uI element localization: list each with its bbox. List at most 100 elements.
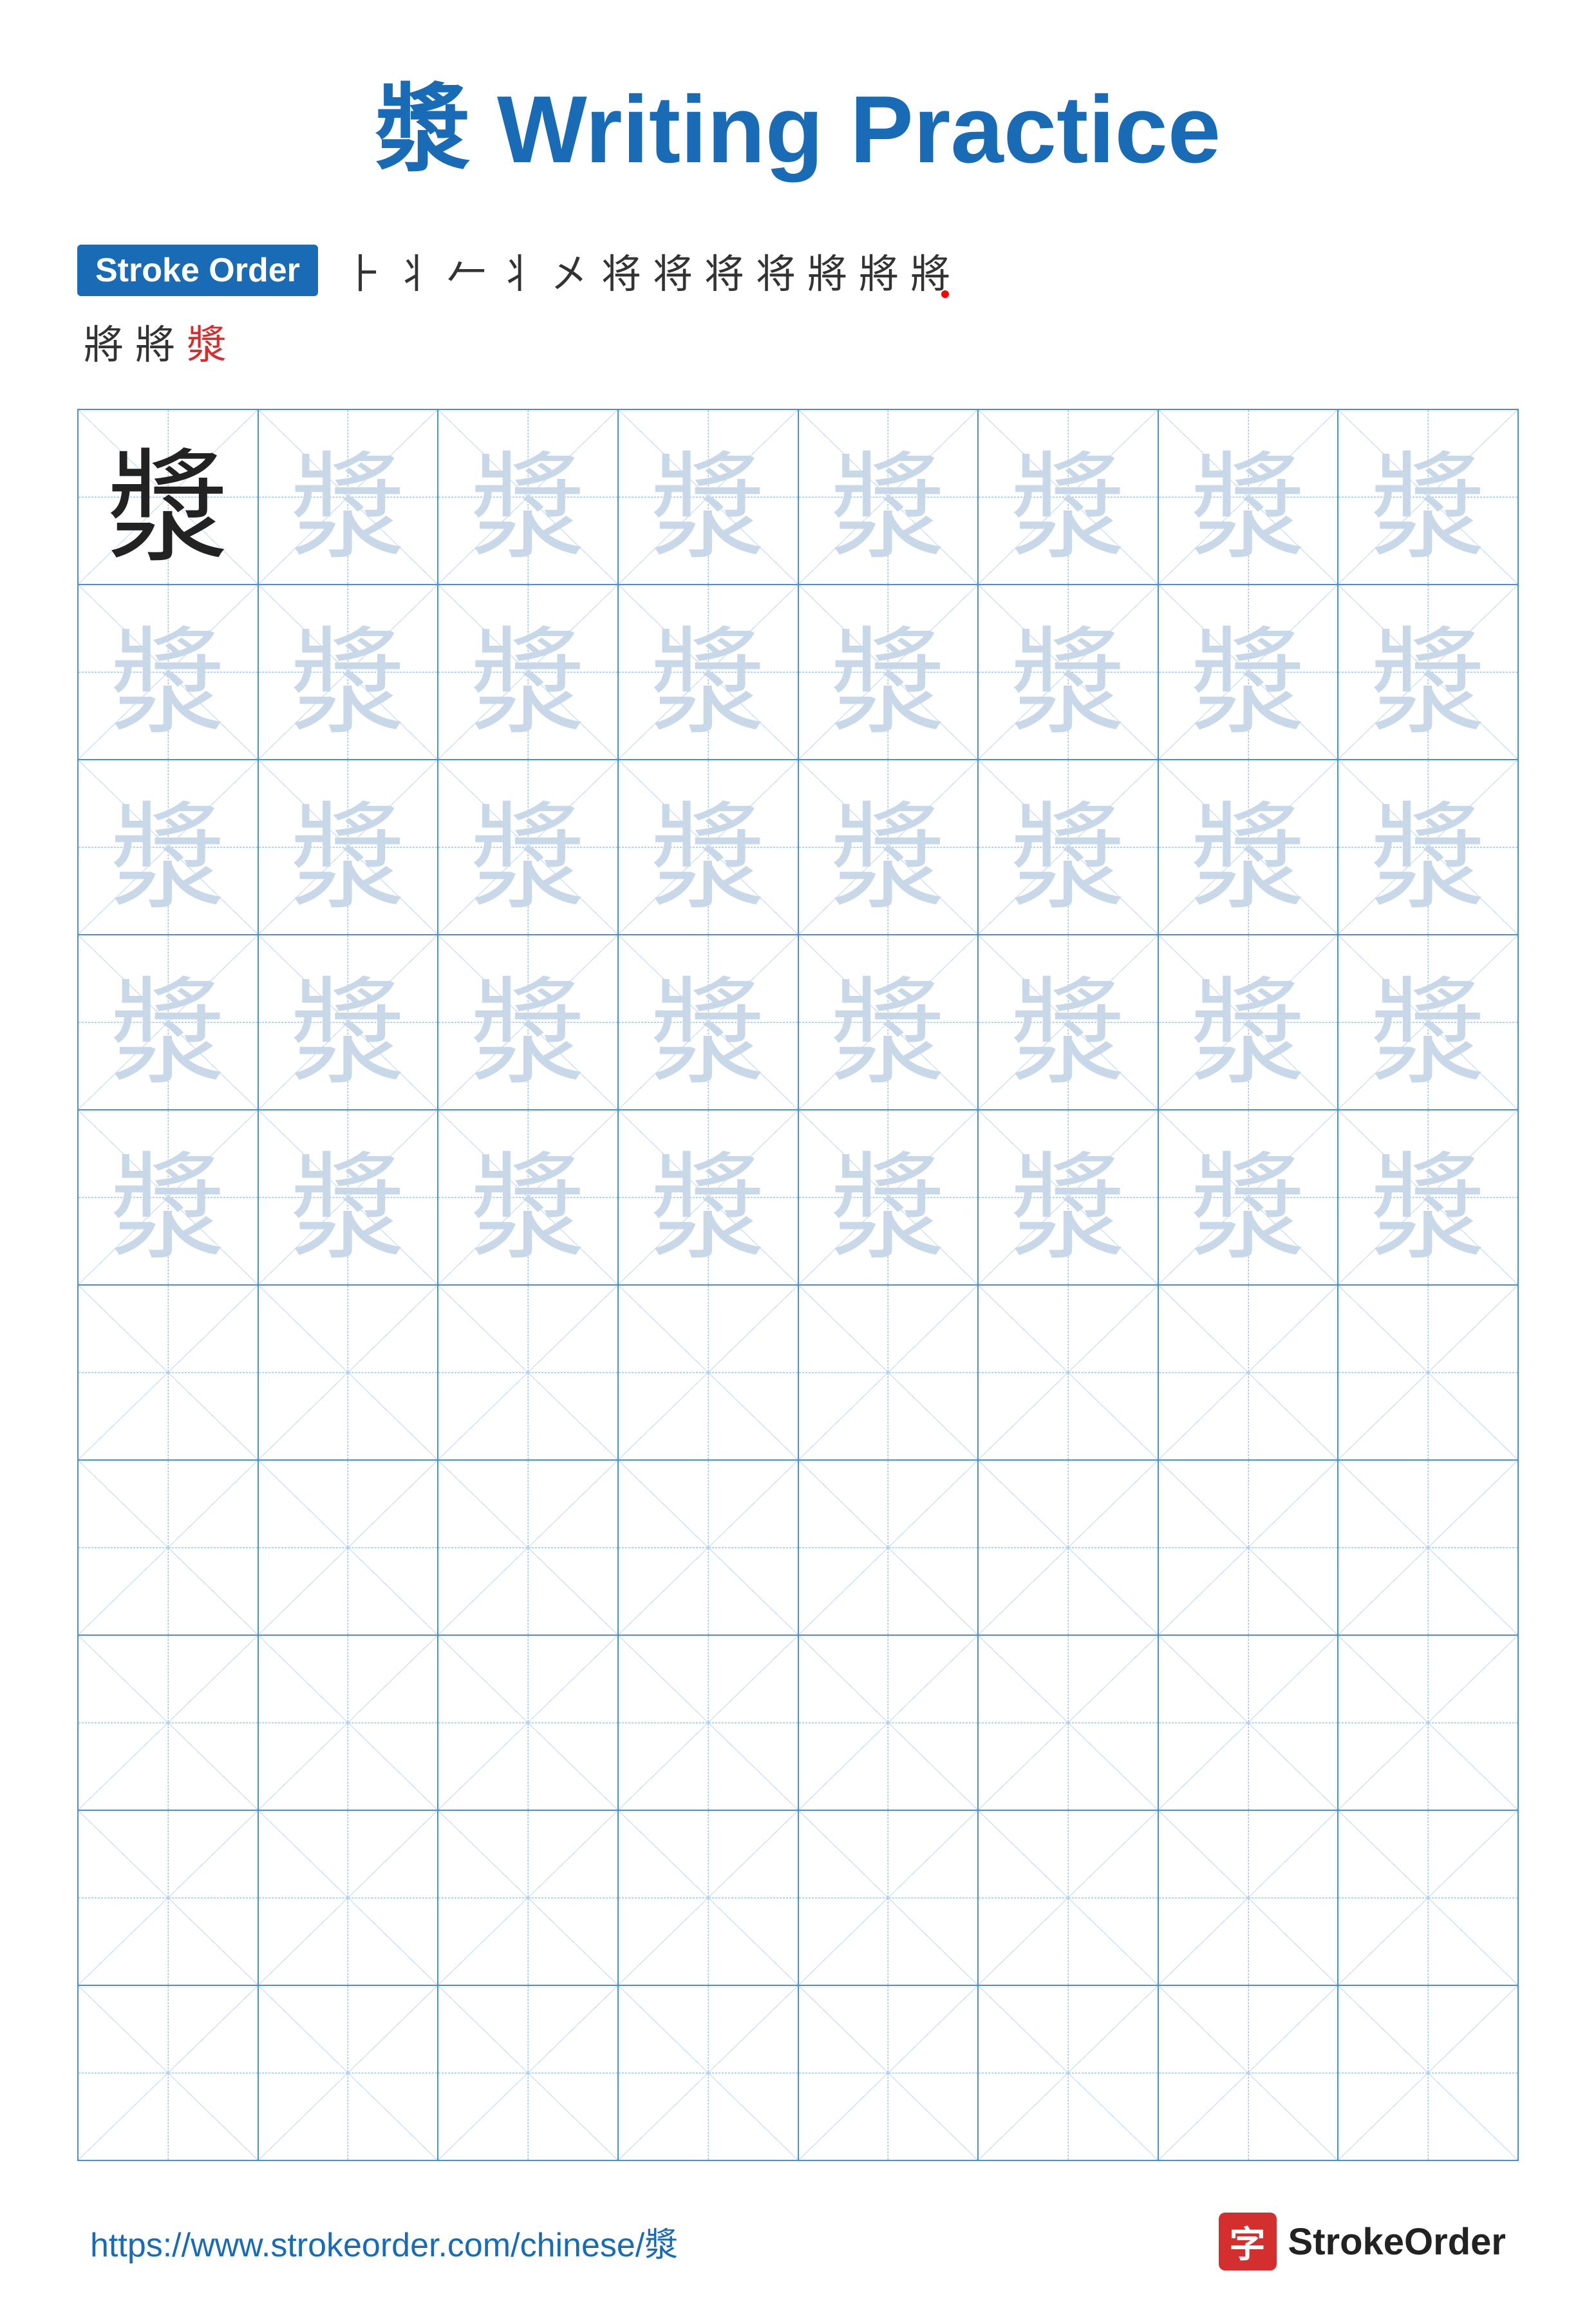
grid-cell-7-4[interactable] <box>619 1461 799 1634</box>
grid-cell-7-1[interactable] <box>79 1461 259 1634</box>
grid-cell-4-8[interactable]: 漿 <box>1338 935 1517 1109</box>
grid-cell-2-6[interactable]: 漿 <box>979 585 1159 759</box>
grid-cell-8-3[interactable] <box>438 1636 619 1810</box>
grid-cell-3-2[interactable]: 漿 <box>259 760 439 934</box>
grid-cell-2-5[interactable]: 漿 <box>799 585 979 759</box>
grid-cell-8-1[interactable] <box>79 1636 259 1810</box>
grid-cell-7-2[interactable] <box>259 1461 439 1634</box>
practice-grid: 漿 漿 漿 漿 漿 漿 漿 <box>77 409 1519 2161</box>
char-guide: 漿 <box>650 413 766 581</box>
grid-cell-4-7[interactable]: 漿 <box>1159 935 1339 1109</box>
grid-cell-1-6[interactable]: 漿 <box>979 410 1159 584</box>
grid-cell-6-4[interactable] <box>619 1286 799 1459</box>
stroke-order-row2: 將 將 漿 <box>84 312 1519 370</box>
brand-name: StrokeOrder <box>1288 2220 1506 2263</box>
grid-cell-8-4[interactable] <box>619 1636 799 1810</box>
grid-cell-4-2[interactable]: 漿 <box>259 935 439 1109</box>
grid-cell-2-2[interactable]: 漿 <box>259 585 439 759</box>
grid-cell-5-5[interactable]: 漿 <box>799 1110 979 1284</box>
grid-row-7 <box>79 1461 1517 1636</box>
grid-cell-10-2[interactable] <box>259 1986 439 2160</box>
grid-cell-8-8[interactable] <box>1338 1636 1517 1810</box>
grid-cell-8-2[interactable] <box>259 1636 439 1810</box>
grid-cell-9-8[interactable] <box>1338 1811 1517 1985</box>
grid-cell-10-8[interactable] <box>1338 1986 1517 2160</box>
char-guide: 漿 <box>470 763 586 932</box>
grid-cell-1-7[interactable]: 漿 <box>1159 410 1339 584</box>
grid-cell-7-7[interactable] <box>1159 1461 1339 1634</box>
grid-cell-1-5[interactable]: 漿 <box>799 410 979 584</box>
stroke-6: 将 <box>601 241 641 299</box>
grid-cell-10-4[interactable] <box>619 1986 799 2160</box>
grid-cell-6-7[interactable] <box>1159 1286 1339 1459</box>
char-guide: 漿 <box>110 588 226 756</box>
grid-cell-10-5[interactable] <box>799 1986 979 2160</box>
grid-cell-9-5[interactable] <box>799 1811 979 1985</box>
grid-cell-5-1[interactable]: 漿 <box>79 1110 259 1284</box>
grid-cell-4-1[interactable]: 漿 <box>79 935 259 1109</box>
char-guide: 漿 <box>110 1114 226 1282</box>
grid-cell-2-7[interactable]: 漿 <box>1159 585 1339 759</box>
grid-cell-6-2[interactable] <box>259 1286 439 1459</box>
grid-cell-3-5[interactable]: 漿 <box>799 760 979 934</box>
char-guide: 漿 <box>1010 413 1126 581</box>
grid-cell-8-6[interactable] <box>979 1636 1159 1810</box>
grid-cell-9-7[interactable] <box>1159 1811 1339 1985</box>
footer-url[interactable]: https://www.strokeorder.com/chinese/漿 <box>90 2218 678 2266</box>
grid-cell-8-7[interactable] <box>1159 1636 1339 1810</box>
grid-cell-5-7[interactable]: 漿 <box>1159 1110 1339 1284</box>
stroke-8: 将 <box>704 241 744 299</box>
grid-cell-7-5[interactable] <box>799 1461 979 1634</box>
grid-cell-10-6[interactable] <box>979 1986 1159 2160</box>
grid-cell-4-3[interactable]: 漿 <box>438 935 619 1109</box>
grid-cell-8-5[interactable] <box>799 1636 979 1810</box>
grid-row-8 <box>79 1636 1517 1811</box>
grid-cell-5-2[interactable]: 漿 <box>259 1110 439 1284</box>
grid-cell-6-3[interactable] <box>438 1286 619 1459</box>
grid-cell-2-1[interactable]: 漿 <box>79 585 259 759</box>
grid-cell-10-7[interactable] <box>1159 1986 1339 2160</box>
grid-cell-3-6[interactable]: 漿 <box>979 760 1159 934</box>
char-guide: 漿 <box>650 1114 766 1282</box>
grid-cell-9-1[interactable] <box>79 1811 259 1985</box>
grid-cell-3-1[interactable]: 漿 <box>79 760 259 934</box>
grid-cell-4-5[interactable]: 漿 <box>799 935 979 1109</box>
grid-cell-10-1[interactable] <box>79 1986 259 2160</box>
grid-cell-1-3[interactable]: 漿 <box>438 410 619 584</box>
grid-cell-7-6[interactable] <box>979 1461 1159 1634</box>
page-title: 漿 Writing Practice <box>375 51 1221 190</box>
grid-cell-6-5[interactable] <box>799 1286 979 1459</box>
grid-cell-3-8[interactable]: 漿 <box>1338 760 1517 934</box>
grid-cell-5-6[interactable]: 漿 <box>979 1110 1159 1284</box>
stroke-12: 將 <box>910 241 950 299</box>
grid-cell-7-8[interactable] <box>1338 1461 1517 1634</box>
grid-cell-3-4[interactable]: 漿 <box>619 760 799 934</box>
grid-cell-3-3[interactable]: 漿 <box>438 760 619 934</box>
grid-cell-3-7[interactable]: 漿 <box>1159 760 1339 934</box>
grid-cell-6-6[interactable] <box>979 1286 1159 1459</box>
grid-cell-1-4[interactable]: 漿 <box>619 410 799 584</box>
grid-cell-10-3[interactable] <box>438 1986 619 2160</box>
grid-cell-1-2[interactable]: 漿 <box>259 410 439 584</box>
grid-cell-2-3[interactable]: 漿 <box>438 585 619 759</box>
grid-cell-5-4[interactable]: 漿 <box>619 1110 799 1284</box>
grid-cell-4-4[interactable]: 漿 <box>619 935 799 1109</box>
char-guide: 漿 <box>1370 1114 1486 1282</box>
grid-cell-6-1[interactable] <box>79 1286 259 1459</box>
grid-cell-7-3[interactable] <box>438 1461 619 1634</box>
grid-row-1: 漿 漿 漿 漿 漿 漿 漿 <box>79 410 1517 585</box>
grid-cell-1-1[interactable]: 漿 <box>79 410 259 584</box>
grid-cell-2-4[interactable]: 漿 <box>619 585 799 759</box>
grid-cell-4-6[interactable]: 漿 <box>979 935 1159 1109</box>
grid-cell-9-4[interactable] <box>619 1811 799 1985</box>
grid-cell-5-3[interactable]: 漿 <box>438 1110 619 1284</box>
grid-cell-9-6[interactable] <box>979 1811 1159 1985</box>
grid-cell-2-8[interactable]: 漿 <box>1338 585 1517 759</box>
grid-cell-9-3[interactable] <box>438 1811 619 1985</box>
stroke-order-section: Stroke Order ⺊ 丬 𠂉 丬 㐅 将 将 将 将 將 將 將 將 將… <box>77 241 1519 370</box>
grid-cell-5-8[interactable]: 漿 <box>1338 1110 1517 1284</box>
grid-cell-6-8[interactable] <box>1338 1286 1517 1459</box>
char-guide: 漿 <box>830 413 946 581</box>
grid-cell-1-8[interactable]: 漿 <box>1338 410 1517 584</box>
grid-cell-9-2[interactable] <box>259 1811 439 1985</box>
